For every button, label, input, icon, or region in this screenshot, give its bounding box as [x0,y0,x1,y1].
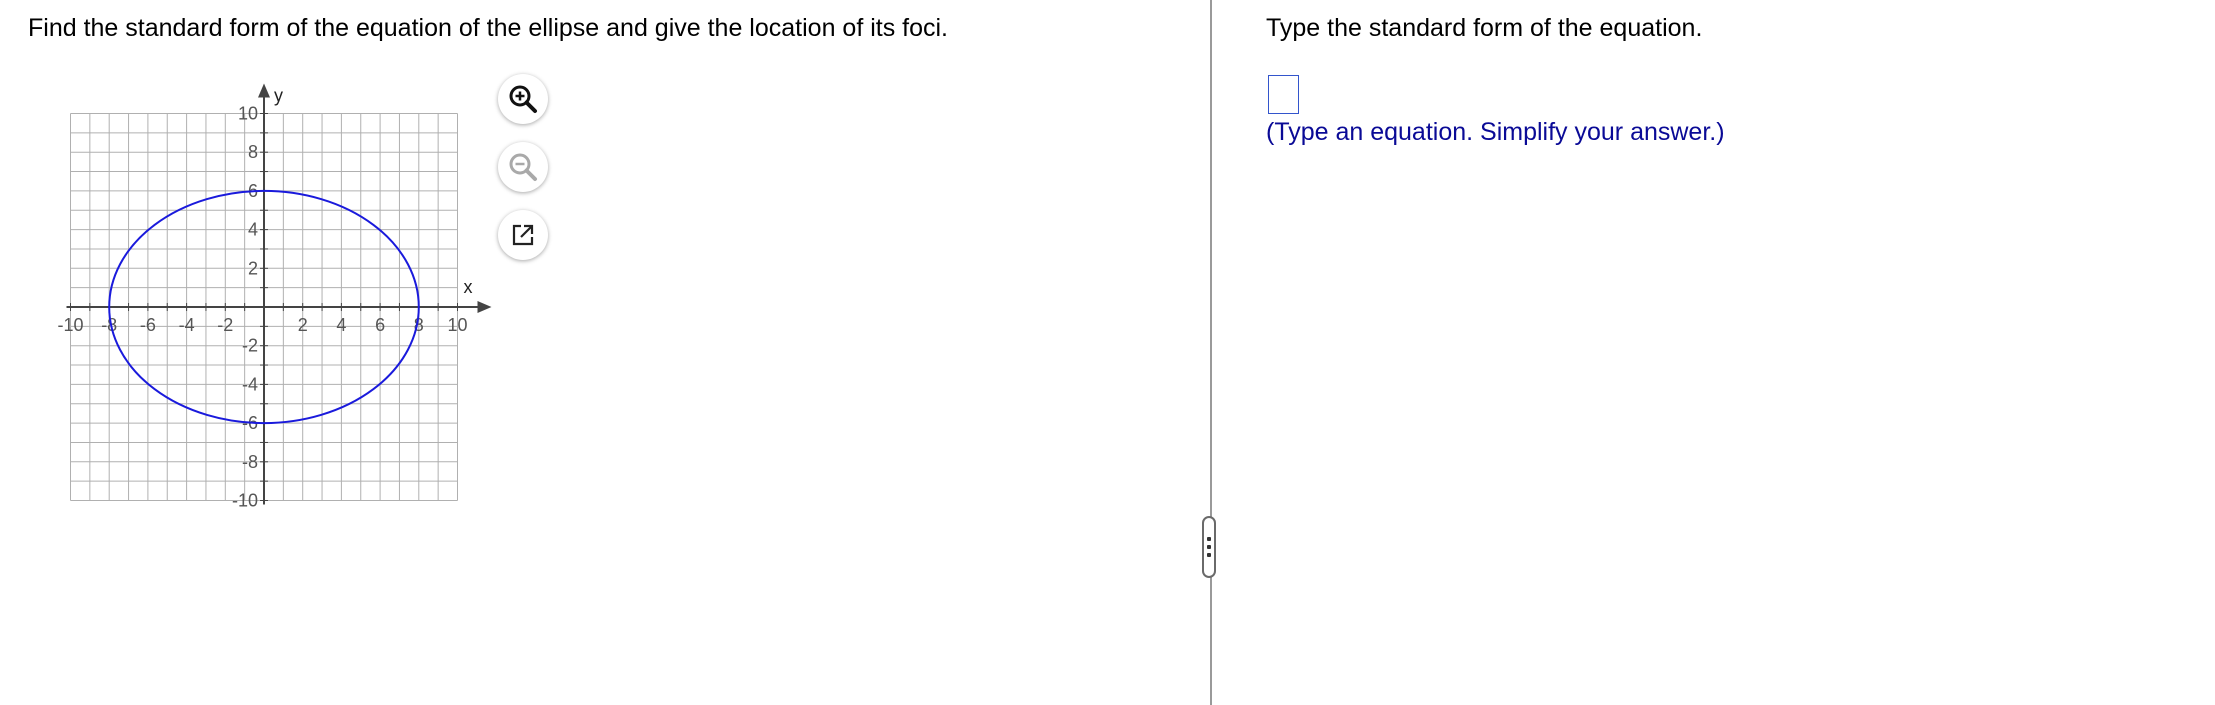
zoom-in-icon [509,85,537,113]
popout-button[interactable] [498,210,548,260]
y-tick-label: 2 [248,258,258,278]
handle-dot-icon [1207,537,1211,541]
equation-answer-input[interactable] [1268,75,1299,114]
x-tick-label: 2 [298,315,308,335]
answer-hint: (Type an equation. Simplify your answer.… [1266,118,1725,146]
y-tick-label: -8 [242,452,258,472]
y-tick-label: 10 [238,104,258,124]
x-tick-label: -10 [57,315,83,335]
answer-pane: Type the standard form of the equation. … [1212,0,2215,705]
x-tick-label: -2 [217,315,233,335]
x-axis-label: x [464,277,473,297]
popout-icon [512,224,534,246]
x-tick-label: -6 [140,315,156,335]
y-tick-label: 8 [248,142,258,162]
x-tick-label: -4 [179,315,195,335]
y-tick-label: -2 [242,336,258,356]
handle-dot-icon [1207,553,1211,557]
y-tick-label: -4 [242,374,258,394]
zoom-in-button[interactable] [498,74,548,124]
question-pane: Find the standard form of the equation o… [0,0,1210,705]
answer-instruction: Type the standard form of the equation. [1266,14,1703,42]
y-axis-label: y [274,86,283,106]
x-tick-label: 6 [375,315,385,335]
x-tick-label: 10 [447,315,467,335]
zoom-out-button[interactable] [498,142,548,192]
y-tick-label: -10 [232,491,258,511]
y-tick-label: 4 [248,220,258,240]
ellipse-graph: xy -10 -8 -6 -4 -2 2 4 6 8 10108642-2-4-6-8-10 [57,83,492,511]
zoom-out-icon [509,153,537,181]
x-tick-label: 4 [336,315,346,335]
x-axis-arrow [477,301,492,313]
handle-dot-icon [1207,545,1211,549]
y-axis-arrow [258,83,270,98]
axes: xy [66,83,492,505]
